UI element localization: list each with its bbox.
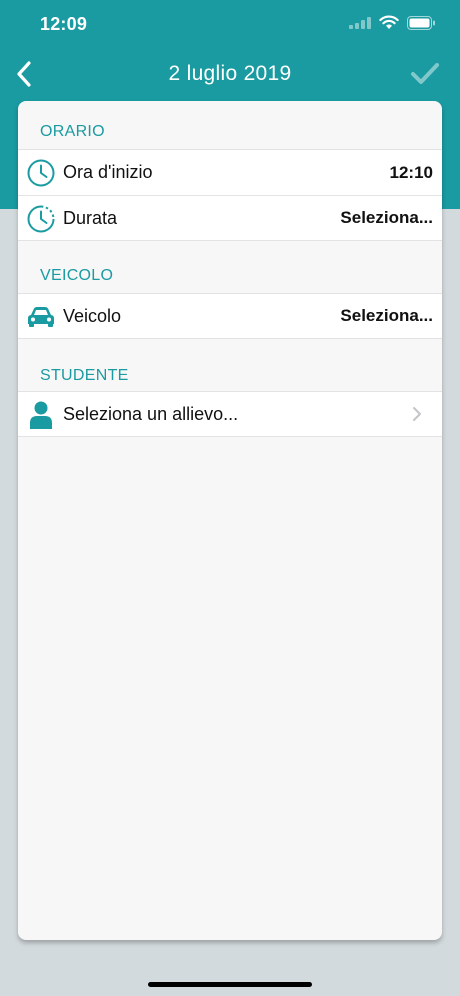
clock-icon — [25, 157, 57, 189]
duration-value: Seleziona... — [340, 208, 433, 227]
page-title: 2 luglio 2019 — [168, 62, 292, 85]
checkmark-icon — [411, 63, 439, 84]
section-header-studente: STUDENTE — [40, 367, 129, 384]
duration-label: Durata — [63, 207, 118, 228]
status-bar: 12:09 — [0, 0, 460, 50]
form-card: ORARIO Ora d'inizio 12:10 Durata Selezio… — [18, 101, 442, 940]
chevron-right-icon — [412, 406, 422, 427]
start-time-row[interactable]: Ora d'inizio 12:10 — [18, 149, 442, 195]
navigation-bar: 2 luglio 2019 — [0, 50, 460, 98]
wifi-icon — [379, 15, 399, 35]
battery-icon — [407, 15, 436, 35]
student-row[interactable]: Seleziona un allievo... — [18, 391, 442, 437]
vehicle-label: Veicolo — [63, 305, 122, 326]
duration-clock-icon — [25, 203, 57, 235]
confirm-button[interactable] — [408, 58, 442, 90]
vehicle-row[interactable]: Veicolo Seleziona... — [18, 293, 442, 339]
section-header-orario: ORARIO — [40, 123, 105, 140]
person-icon — [25, 399, 57, 431]
car-icon — [25, 301, 57, 333]
home-indicator[interactable] — [148, 982, 312, 987]
vehicle-value: Seleziona... — [340, 306, 433, 325]
signal-icon — [349, 16, 371, 34]
section-header-veicolo: VEICOLO — [40, 267, 114, 284]
status-time: 12:09 — [40, 14, 88, 34]
start-time-label: Ora d'inizio — [63, 162, 153, 182]
student-label: Seleziona un allievo... — [63, 403, 239, 424]
start-time-value: 12:10 — [389, 162, 433, 182]
status-icons — [349, 15, 436, 35]
duration-row[interactable]: Durata Seleziona... — [18, 195, 442, 241]
